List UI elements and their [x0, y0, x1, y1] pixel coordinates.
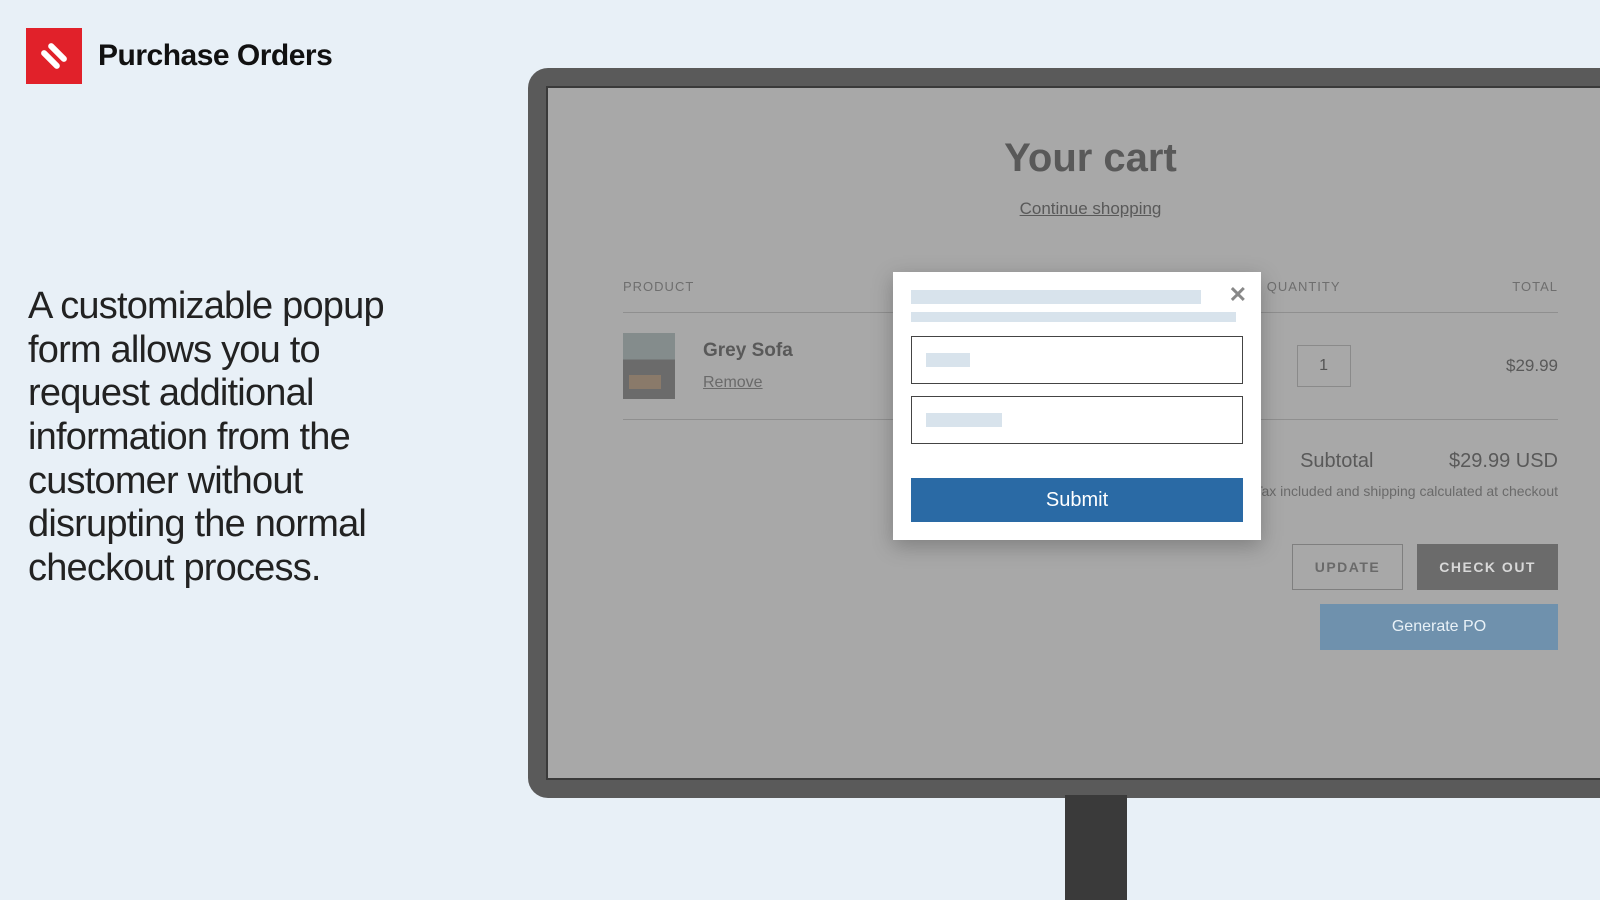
col-total: TOTAL	[1391, 279, 1558, 313]
quantity-input[interactable]	[1297, 345, 1351, 387]
popup-title-placeholder	[911, 290, 1201, 304]
brand-header: Purchase Orders	[26, 28, 332, 84]
subtotal-label: Subtotal	[1300, 450, 1373, 472]
popup-subtitle-placeholder	[911, 312, 1236, 322]
popup-input-1[interactable]	[911, 336, 1243, 384]
line-price: $29.99	[1391, 313, 1558, 420]
update-button[interactable]: UPDATE	[1292, 544, 1404, 590]
monitor-stand	[1065, 795, 1127, 900]
brand-title: Purchase Orders	[98, 39, 332, 73]
checkout-button[interactable]: CHECK OUT	[1417, 544, 1558, 590]
continue-shopping-link[interactable]: Continue shopping	[623, 199, 1558, 219]
popup-form: ✕ Submit	[893, 272, 1261, 540]
col-product: PRODUCT	[623, 279, 703, 313]
product-image	[623, 333, 675, 399]
monitor-frame: Your cart Continue shopping PRODUCT QUAN…	[528, 68, 1600, 798]
close-icon[interactable]: ✕	[1229, 282, 1247, 308]
submit-button[interactable]: Submit	[911, 478, 1243, 522]
brand-logo-icon	[26, 28, 82, 84]
subtotal-value: $29.99 USD	[1449, 450, 1558, 472]
screen: Your cart Continue shopping PRODUCT QUAN…	[546, 86, 1600, 780]
generate-po-button[interactable]: Generate PO	[1320, 604, 1558, 650]
cart-title: Your cart	[623, 136, 1558, 181]
marketing-copy: A customizable popup form allows you to …	[28, 285, 448, 591]
popup-input-2[interactable]	[911, 396, 1243, 444]
remove-link[interactable]: Remove	[703, 374, 763, 391]
